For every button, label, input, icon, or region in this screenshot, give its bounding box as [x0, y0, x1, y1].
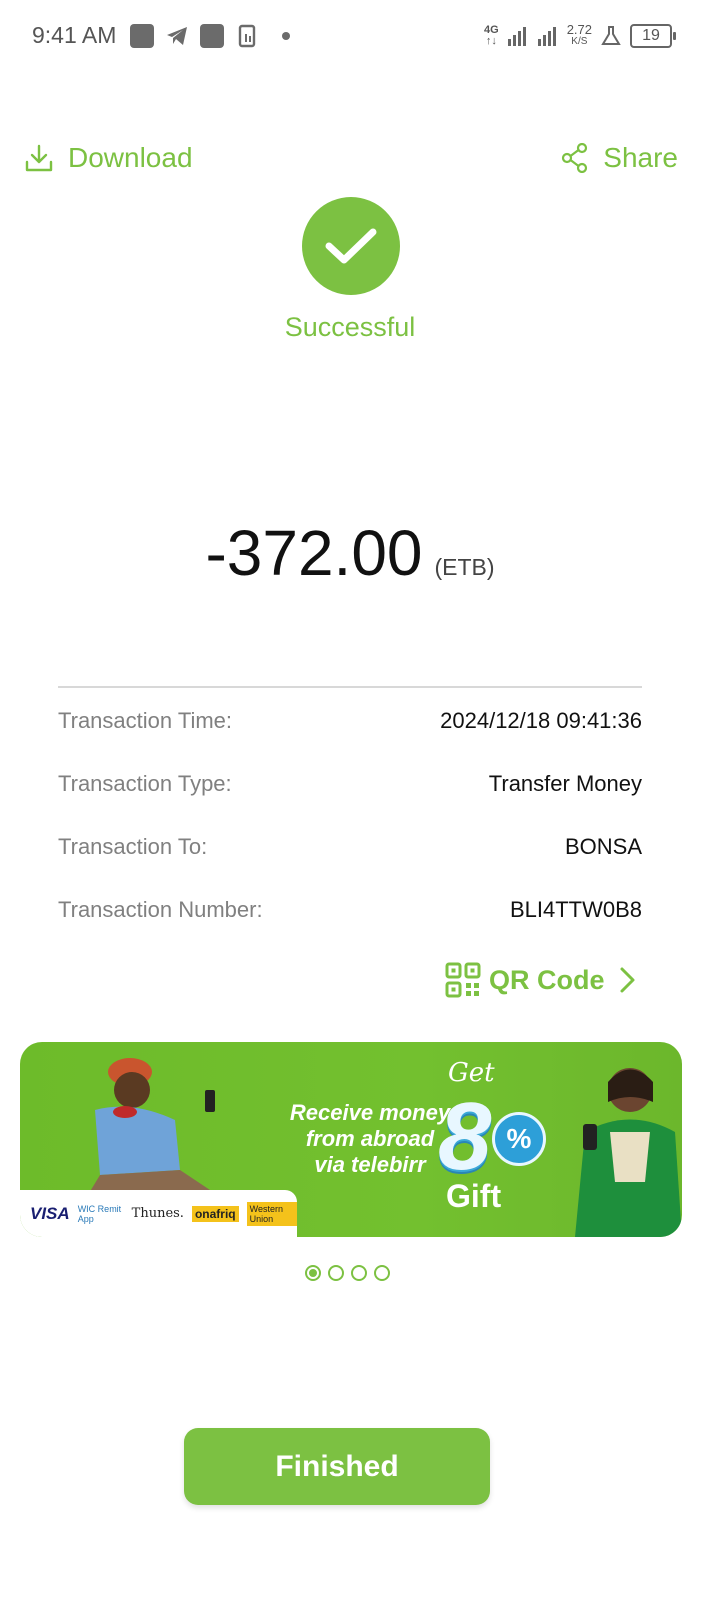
qr-code-label: QR Code [489, 964, 605, 995]
more-notifications-dot [282, 32, 290, 40]
detail-row-to: Transaction To: BONSA [58, 830, 642, 864]
promo-banner[interactable]: Receive money from abroad via telebirr G… [20, 1042, 682, 1237]
banner-gift: Gift [446, 1178, 502, 1214]
network-speed: 2.72 K/S [566, 22, 592, 47]
partner-thunes: Thunes. [131, 1206, 184, 1221]
amount-currency: (ETB) [434, 554, 495, 580]
detail-row-number: Transaction Number: BLI4TTW0B8 [58, 893, 642, 927]
banner-woman-image [575, 1068, 682, 1237]
detail-value: BONSA [564, 834, 642, 859]
pager-dot[interactable] [374, 1265, 390, 1281]
telegram-icon [165, 24, 189, 48]
detail-value: 2024/12/18 09:41:36 [440, 708, 642, 733]
banner-pager [305, 1265, 390, 1281]
divider [58, 686, 642, 688]
download-icon [25, 144, 53, 172]
download-label: Download [68, 142, 193, 173]
flask-icon [601, 26, 621, 45]
partner-wic: WIC Remit App [77, 1203, 122, 1224]
amount-value: -372.00 [205, 517, 423, 589]
chevron-right-icon [620, 967, 635, 993]
sim-data-icon [236, 24, 260, 48]
detail-row-type: Transaction Type: Transfer Money [58, 767, 642, 801]
detail-label: Transaction Number: [58, 897, 263, 922]
qr-code-link[interactable]: QR Code [445, 960, 639, 1000]
notification-app-icon [130, 24, 154, 48]
status-bar: 9:41 AM 4G ↑↓ 2.72 K/S 19 [0, 0, 720, 72]
success-check-icon [302, 197, 400, 295]
detail-row-time: Transaction Time: 2024/12/18 09:41:36 [58, 704, 642, 738]
detail-label: Transaction To: [58, 834, 208, 859]
notification-app-icon-2 [200, 24, 224, 48]
status-label: Successful [284, 312, 416, 342]
battery-indicator: 19 [630, 24, 676, 48]
pager-dot[interactable] [305, 1265, 321, 1281]
status-time: 9:41 AM [32, 22, 117, 48]
banner-percent: % [492, 1112, 546, 1166]
detail-value: BLI4TTW0B8 [509, 897, 642, 922]
partner-western-union: Western Union [246, 1201, 297, 1226]
signal-icon [507, 27, 526, 46]
network-type: 4G ↑↓ [484, 24, 499, 47]
share-label: Share [603, 142, 678, 173]
qr-code-icon [445, 962, 481, 998]
share-icon [562, 143, 588, 173]
detail-label: Transaction Type: [58, 771, 232, 796]
signal-icon-2 [537, 27, 556, 46]
detail-label: Transaction Time: [58, 708, 233, 733]
amount-display: -372.00 (ETB) [0, 516, 700, 590]
download-button[interactable]: Download [24, 138, 193, 178]
finished-button[interactable]: Finished [184, 1428, 490, 1505]
partner-visa: VISA [30, 1203, 70, 1223]
banner-partners: VISA WIC Remit App Thunes. onafriq Weste… [20, 1190, 297, 1237]
share-button[interactable]: Share [561, 138, 678, 178]
pager-dot[interactable] [328, 1265, 344, 1281]
status-right: 4G ↑↓ 2.72 K/S 19 [484, 20, 676, 52]
banner-man-image [80, 1058, 245, 1208]
pager-dot[interactable] [351, 1265, 367, 1281]
detail-value: Transfer Money [488, 771, 642, 796]
partner-onafriq: onafriq [191, 1205, 239, 1222]
